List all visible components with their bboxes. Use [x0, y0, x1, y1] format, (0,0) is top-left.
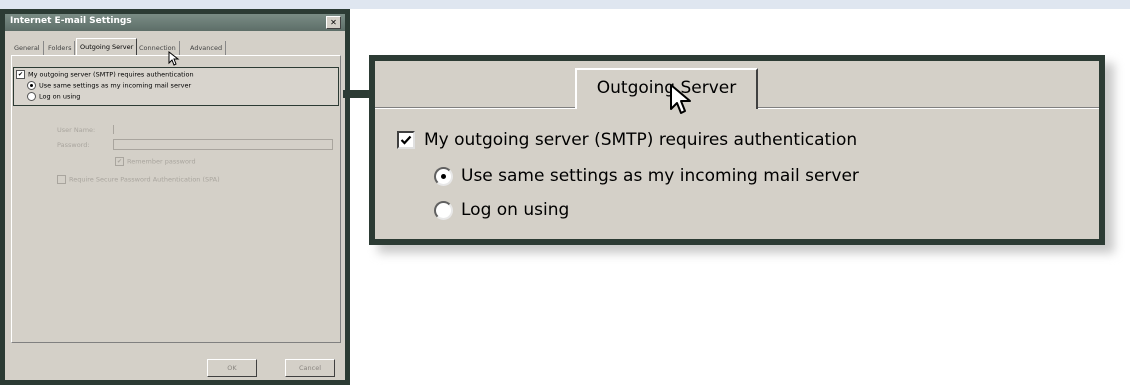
tab-outgoing-server[interactable]: Outgoing Server: [76, 38, 138, 56]
auth-checkbox-label: My outgoing server (SMTP) requires authe…: [28, 70, 194, 79]
spa-row[interactable]: Require Secure Password Authentication (…: [57, 175, 220, 184]
user-name-field[interactable]: [113, 125, 334, 134]
remember-password-label: Remember password: [127, 157, 196, 166]
zoom-radio-log-on[interactable]: [434, 201, 453, 220]
auth-checkbox-row[interactable]: ✔ My outgoing server (SMTP) requires auth…: [16, 70, 194, 79]
tab-folders[interactable]: Folders: [45, 41, 76, 55]
radio-same-settings[interactable]: [27, 81, 36, 90]
password-field[interactable]: [113, 139, 333, 150]
check-mark-icon: [400, 135, 412, 145]
ok-button[interactable]: OK: [207, 359, 257, 377]
remember-password-row[interactable]: ✔ Remember password: [115, 157, 196, 166]
radio-log-on-row[interactable]: Log on using: [27, 92, 80, 101]
dialog-title: Internet E-mail Settings: [10, 16, 132, 26]
remember-password-checkbox[interactable]: ✔: [115, 157, 124, 166]
radio-log-on[interactable]: [27, 92, 36, 101]
zoom-auth-checkbox[interactable]: [397, 131, 415, 149]
zoom-tab-label: Outgoing Server: [596, 78, 737, 98]
close-icon[interactable]: ✕: [326, 16, 341, 29]
dialog-titlebar[interactable]: Internet E-mail Settings ✕: [5, 14, 345, 31]
radio-same-settings-label: Use same settings as my incoming mail se…: [39, 81, 192, 90]
email-settings-dialog: Internet E-mail Settings ✕ General Folde…: [0, 9, 350, 385]
zoom-auth-checkbox-label: My outgoing server (SMTP) requires authe…: [424, 130, 858, 150]
dialog-body: Internet E-mail Settings ✕ General Folde…: [5, 14, 345, 380]
zoom-tab-outgoing-server[interactable]: Outgoing Server: [575, 68, 758, 109]
user-name-label: User Name:: [57, 126, 96, 134]
mouse-pointer-icon: [168, 51, 180, 66]
spa-checkbox[interactable]: [57, 175, 66, 184]
mouse-pointer-icon: [670, 84, 691, 114]
zoom-panel: Outgoing Server My outgoing server (SMTP…: [375, 61, 1099, 239]
radio-same-settings-row[interactable]: Use same settings as my incoming mail se…: [27, 81, 191, 90]
password-label: Password:: [57, 141, 90, 149]
tab-advanced[interactable]: Advanced: [187, 41, 227, 55]
background-band: [0, 0, 1130, 9]
zoom-callout: Outgoing Server My outgoing server (SMTP…: [369, 55, 1105, 245]
spa-label: Require Secure Password Authentication (…: [69, 175, 220, 184]
radio-log-on-label: Log on using: [39, 92, 81, 101]
zoom-radio-same-settings[interactable]: [434, 167, 453, 186]
cancel-button[interactable]: Cancel: [285, 359, 335, 377]
zoom-radio-log-on-label: Log on using: [461, 200, 570, 220]
zoom-radio-same-settings-label: Use same settings as my incoming mail se…: [461, 166, 859, 186]
check-mark-icon[interactable]: ✔: [16, 70, 25, 79]
tab-general[interactable]: General: [11, 41, 44, 55]
